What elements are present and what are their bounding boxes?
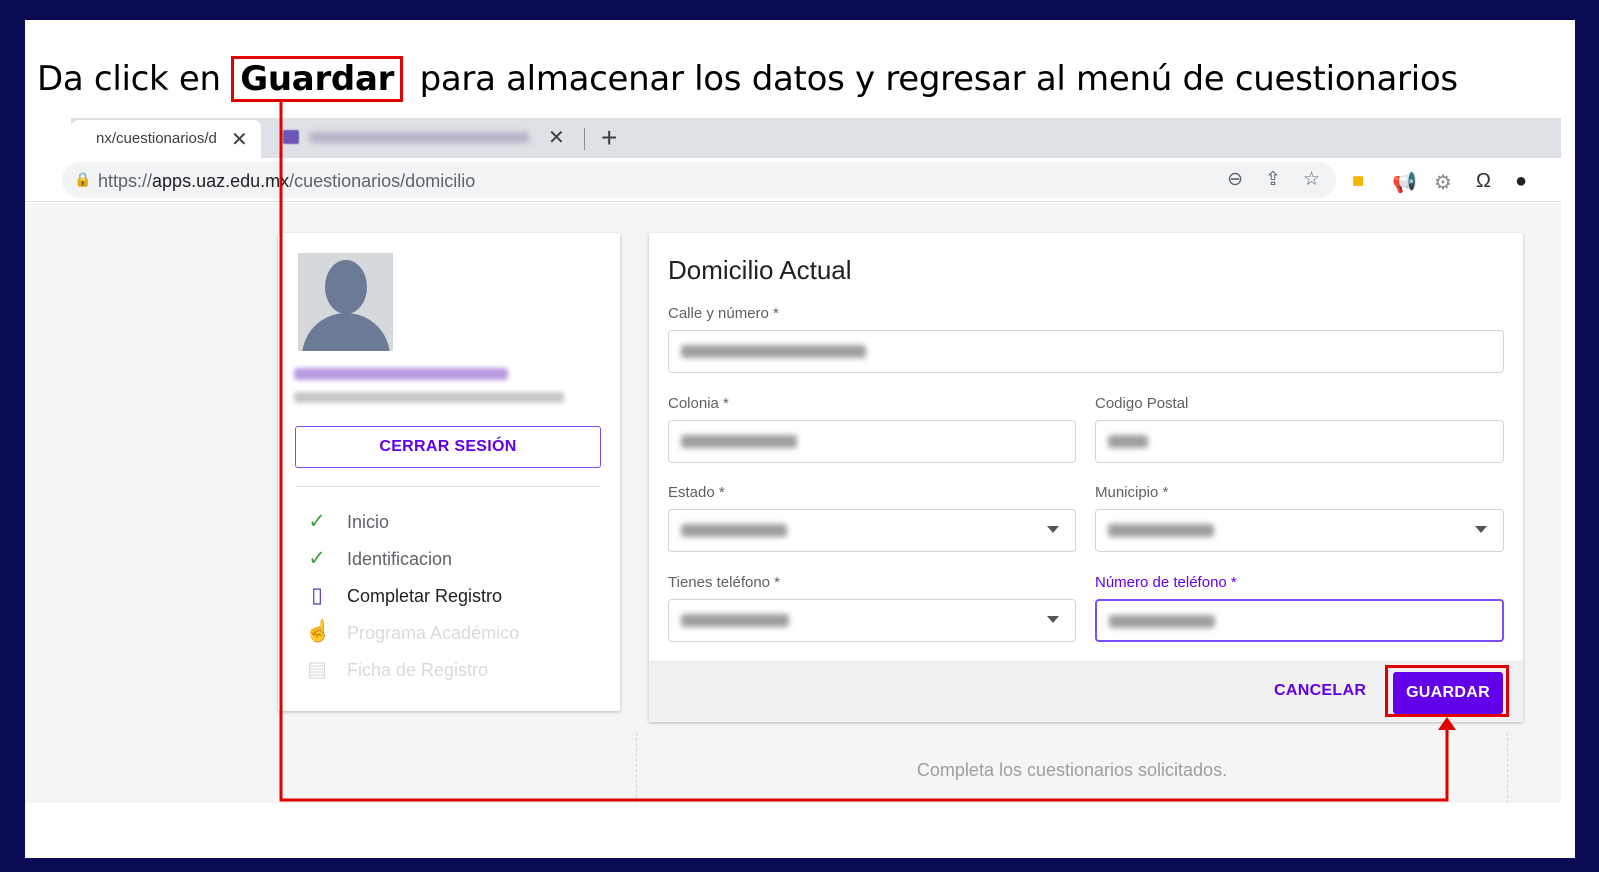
step-inicio[interactable]: ✓ Inicio <box>305 510 519 549</box>
instruction-text: Da click en Guardar para almacenar los d… <box>37 56 1458 102</box>
user-email-blurred <box>294 392 564 403</box>
avatar <box>298 253 393 351</box>
profile-card: CERRAR SESIÓN ✓ Inicio ✓ Identificacion … <box>278 233 620 711</box>
favicon-icon <box>283 130 299 144</box>
instruction-after: para almacenar los datos y regresar al m… <box>419 59 1458 99</box>
check-icon: ✓ <box>308 547 326 570</box>
instruction-before: Da click en <box>37 59 221 99</box>
page-content: CERRAR SESIÓN ✓ Inicio ✓ Identificacion … <box>25 203 1561 803</box>
cancel-button[interactable]: CANCELAR <box>1274 682 1366 700</box>
extension-1-icon[interactable]: ■ <box>1352 170 1364 193</box>
tab-separator <box>584 128 585 150</box>
instruction-keyword: Guardar <box>231 56 404 102</box>
extension-4-icon[interactable]: Ω <box>1476 170 1491 193</box>
chevron-down-icon <box>1475 526 1487 533</box>
lock-icon[interactable]: 🔒 <box>74 171 91 188</box>
address-bar: 🔒 https://apps.uaz.edu.mx/cuestionarios/… <box>25 158 1561 202</box>
colonia-input[interactable] <box>668 420 1076 463</box>
estado-select[interactable] <box>668 509 1076 552</box>
megaphone-icon[interactable]: 📢 <box>1392 170 1417 195</box>
divider <box>295 486 601 487</box>
chat-icon[interactable]: ● <box>1515 170 1527 193</box>
url-actions: ⊖ ⇪ ☆ <box>1227 168 1320 191</box>
chevron-down-icon <box>1047 616 1059 623</box>
close-icon[interactable]: ✕ <box>548 125 565 150</box>
hand-pointer-icon: ☝ <box>305 620 332 643</box>
browser-tab-bar: nx/cuestionarios/d ✕ ✕ + <box>71 118 1561 158</box>
new-tab-icon[interactable]: + <box>601 122 617 154</box>
chevron-down-icon <box>1047 526 1059 533</box>
zoom-icon[interactable]: ⊖ <box>1227 168 1243 191</box>
browser-tab-active[interactable]: nx/cuestionarios/d ✕ <box>71 120 261 158</box>
check-icon: ✓ <box>308 510 326 533</box>
municipio-select[interactable] <box>1095 509 1504 552</box>
questionnaire-area: Completa los cuestionarios solicitados. <box>636 733 1508 803</box>
step-identificacion[interactable]: ✓ Identificacion <box>305 547 519 586</box>
step-ficha-registro: ▤ Ficha de Registro <box>305 658 519 697</box>
tutorial-slide: Da click en Guardar para almacenar los d… <box>25 20 1575 858</box>
user-name-blurred <box>294 368 508 380</box>
share-icon[interactable]: ⇪ <box>1265 168 1281 191</box>
document-icon: ▯ <box>311 584 323 607</box>
calle-input[interactable] <box>668 330 1504 373</box>
close-icon[interactable]: ✕ <box>231 127 248 152</box>
footer-message: Completa los cuestionarios solicitados. <box>916 760 1228 780</box>
file-icon: ▤ <box>307 658 327 681</box>
save-button-highlight <box>1385 665 1509 717</box>
municipio-label: Municipio * <box>1095 484 1169 501</box>
numero-telefono-label: Número de teléfono * <box>1095 574 1237 591</box>
url-field[interactable]: 🔒 https://apps.uaz.edu.mx/cuestionarios/… <box>62 162 1336 198</box>
tab-title: nx/cuestionarios/d <box>96 130 217 147</box>
address-form-card: Domicilio Actual Calle y número * Coloni… <box>649 233 1523 722</box>
cp-label: Codigo Postal <box>1095 395 1189 412</box>
step-programa-academico: ☝ Programa Académico <box>305 620 520 643</box>
calle-label: Calle y número * <box>668 305 779 322</box>
form-title: Domicilio Actual <box>668 255 852 285</box>
colonia-label: Colonia * <box>668 395 729 412</box>
tiene-telefono-label: Tienes teléfono * <box>668 574 781 591</box>
tab-title-blurred <box>309 132 529 143</box>
tiene-telefono-select[interactable] <box>668 599 1076 642</box>
estado-label: Estado * <box>668 484 725 501</box>
cp-input[interactable] <box>1095 420 1504 463</box>
star-icon[interactable]: ☆ <box>1303 168 1320 191</box>
step-completar-registro[interactable]: ▯ Completar Registro <box>305 584 519 623</box>
gear-icon[interactable]: ⚙ <box>1434 170 1452 195</box>
logout-button[interactable]: CERRAR SESIÓN <box>295 426 601 468</box>
steps-list: ✓ Inicio ✓ Identificacion ▯ Completar Re… <box>305 510 520 697</box>
browser-tab-2[interactable]: ✕ <box>271 118 571 158</box>
numero-telefono-input[interactable] <box>1095 599 1504 642</box>
url-text: https://apps.uaz.edu.mx/cuestionarios/do… <box>98 171 476 191</box>
